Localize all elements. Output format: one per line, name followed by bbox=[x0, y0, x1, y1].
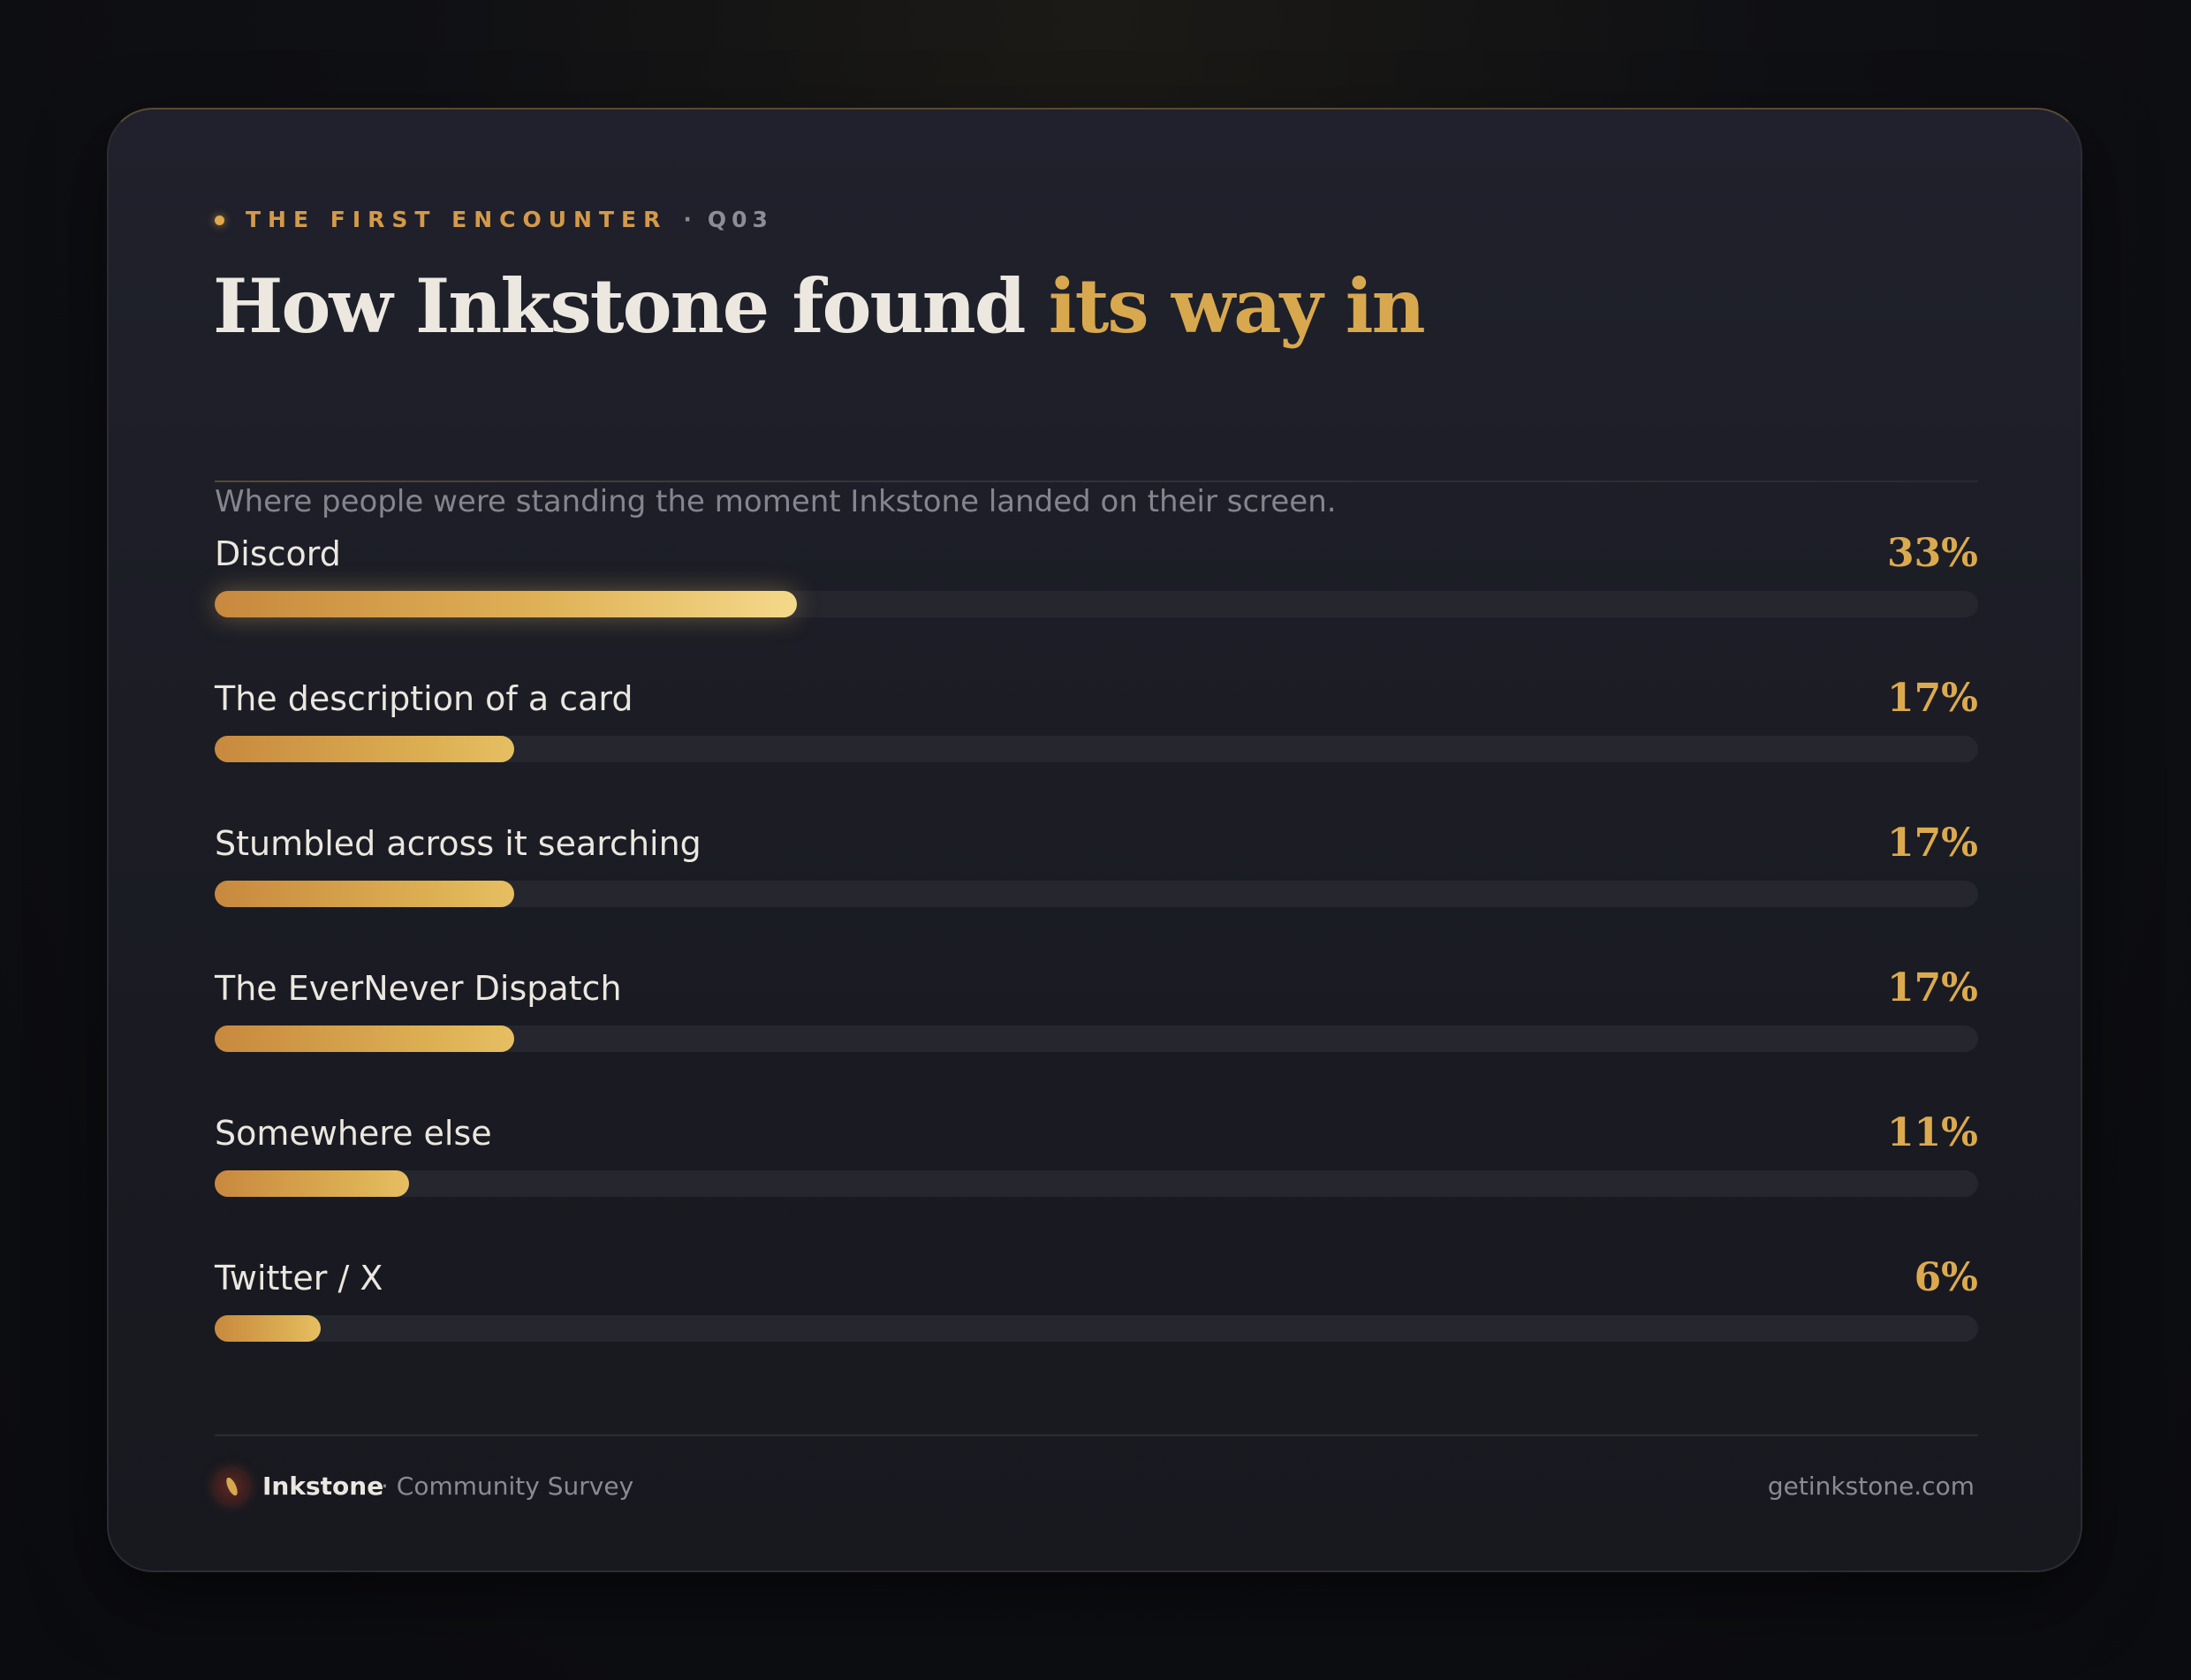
bar-value-label: 6% bbox=[1914, 1255, 1978, 1300]
bar-track bbox=[215, 736, 1978, 762]
footer-divider bbox=[215, 1434, 1978, 1436]
bar-row: Twitter / X 6% bbox=[215, 1255, 1978, 1364]
title-accent: its way in bbox=[1048, 262, 1426, 350]
bar-value-label: 17% bbox=[1886, 676, 1978, 721]
bar-label: The description of a card bbox=[215, 679, 633, 718]
footer-brand: Inkstone bbox=[262, 1472, 384, 1501]
bar-track bbox=[215, 1025, 1978, 1052]
bar-row: Discord 33% bbox=[215, 531, 1978, 639]
footer-url[interactable]: getinkstone.com bbox=[1768, 1468, 1975, 1505]
bar-value-label: 11% bbox=[1886, 1110, 1978, 1155]
eyebrow-separator: · bbox=[683, 207, 692, 232]
eyebrow: THE FIRST ENCOUNTER · Q03 bbox=[215, 207, 773, 233]
header-divider bbox=[215, 481, 1978, 482]
bar-fill bbox=[215, 1315, 321, 1342]
bar-fill bbox=[215, 736, 514, 762]
eyebrow-kicker: THE FIRST ENCOUNTER bbox=[246, 207, 668, 232]
question-number: Q03 bbox=[707, 207, 773, 232]
page-title: How Inkstone found its way in bbox=[213, 258, 1426, 355]
bar-fill bbox=[215, 881, 514, 907]
bar-label: The EverNever Dispatch bbox=[215, 969, 622, 1008]
bar-row: The description of a card 17% bbox=[215, 676, 1978, 784]
bar-row: Somewhere else 11% bbox=[215, 1110, 1978, 1219]
bar-row: Stumbled across it searching 17% bbox=[215, 821, 1978, 929]
bar-label: Somewhere else bbox=[215, 1114, 492, 1153]
bar-track bbox=[215, 881, 1978, 907]
bar-label: Twitter / X bbox=[215, 1259, 383, 1298]
bar-track bbox=[215, 1315, 1978, 1342]
bar-chart: Discord 33% The description of a card 17% St… bbox=[215, 531, 1978, 1417]
ink-drop-icon bbox=[215, 1470, 248, 1503]
bar-fill bbox=[215, 1025, 514, 1052]
bar-label: Stumbled across it searching bbox=[215, 824, 701, 863]
bar-value-label: 33% bbox=[1886, 531, 1978, 576]
survey-card: THE FIRST ENCOUNTER · Q03 How Inkstone f… bbox=[107, 108, 2082, 1572]
page-subtitle: Where people were standing the moment In… bbox=[215, 484, 1337, 519]
bar-value-label: 17% bbox=[1886, 821, 1978, 866]
accent-dot-icon bbox=[215, 215, 224, 225]
bar-track bbox=[215, 1170, 1978, 1197]
bar-value-label: 17% bbox=[1886, 965, 1978, 1010]
title-main: How Inkstone found bbox=[213, 262, 1049, 350]
bar-track bbox=[215, 591, 1978, 617]
bar-row: The EverNever Dispatch 17% bbox=[215, 965, 1978, 1074]
footer-subtitle: · Community Survey bbox=[381, 1472, 634, 1501]
bar-fill bbox=[215, 1170, 409, 1197]
bar-fill bbox=[215, 591, 797, 617]
bar-label: Discord bbox=[215, 534, 341, 573]
